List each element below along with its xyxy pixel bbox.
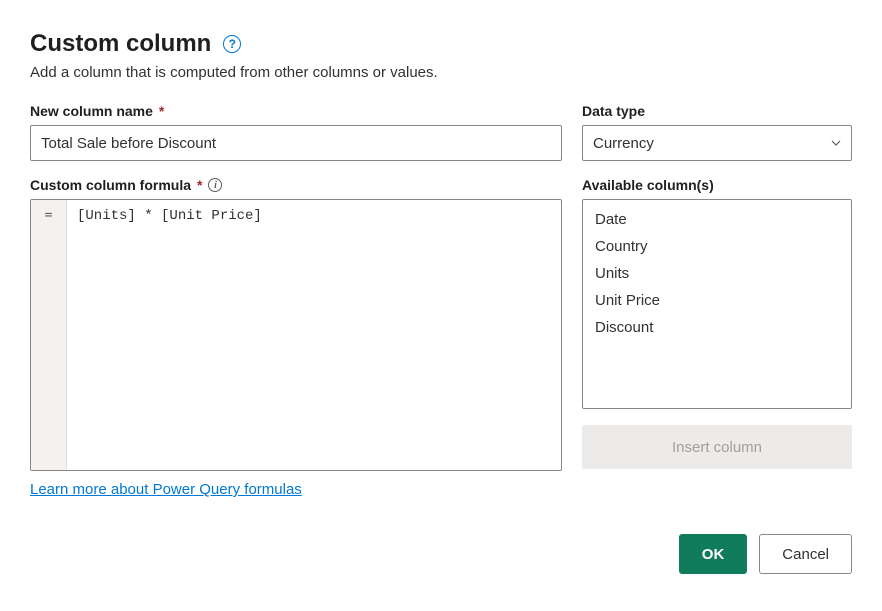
formula-field-group: Custom column formula * i = [Units] * [U…: [30, 177, 562, 471]
formula-gutter: =: [31, 200, 67, 470]
column-name-input[interactable]: [30, 125, 562, 161]
column-name-label: New column name *: [30, 103, 562, 119]
middle-row: Custom column formula * i = [Units] * [U…: [30, 177, 852, 471]
column-item[interactable]: Date: [583, 206, 851, 233]
available-columns-label: Available column(s): [582, 177, 852, 193]
data-type-field-group: Data type Currency: [582, 103, 852, 161]
column-item[interactable]: Units: [583, 260, 851, 287]
formula-box: = [Units] * [Unit Price]: [30, 199, 562, 471]
info-icon[interactable]: i: [208, 178, 222, 192]
top-fields-row: New column name * Data type Currency: [30, 103, 852, 161]
help-icon[interactable]: ?: [223, 35, 241, 53]
required-asterisk: *: [159, 103, 164, 119]
learn-more-link[interactable]: Learn more about Power Query formulas: [30, 481, 302, 498]
data-type-select[interactable]: Currency: [582, 125, 852, 161]
formula-label-text: Custom column formula: [30, 177, 191, 193]
available-columns-list[interactable]: Date Country Units Unit Price Discount: [582, 199, 852, 409]
column-name-label-text: New column name: [30, 103, 153, 119]
dialog-subtitle: Add a column that is computed from other…: [30, 64, 852, 81]
dialog-footer: OK Cancel: [30, 534, 852, 574]
insert-column-button[interactable]: Insert column: [582, 425, 852, 469]
data-type-value: Currency: [582, 125, 852, 161]
available-columns-group: Available column(s) Date Country Units U…: [582, 177, 852, 471]
dialog-title: Custom column: [30, 30, 211, 58]
ok-button[interactable]: OK: [679, 534, 748, 574]
column-item[interactable]: Country: [583, 233, 851, 260]
column-item[interactable]: Unit Price: [583, 287, 851, 314]
column-name-field-group: New column name *: [30, 103, 562, 161]
formula-label: Custom column formula * i: [30, 177, 562, 193]
column-item[interactable]: Discount: [583, 314, 851, 341]
data-type-label: Data type: [582, 103, 852, 119]
required-asterisk: *: [197, 177, 202, 193]
cancel-button[interactable]: Cancel: [759, 534, 852, 574]
link-row: Learn more about Power Query formulas: [30, 481, 852, 498]
formula-editor[interactable]: [Units] * [Unit Price]: [67, 200, 561, 470]
dialog-header: Custom column ?: [30, 30, 852, 58]
